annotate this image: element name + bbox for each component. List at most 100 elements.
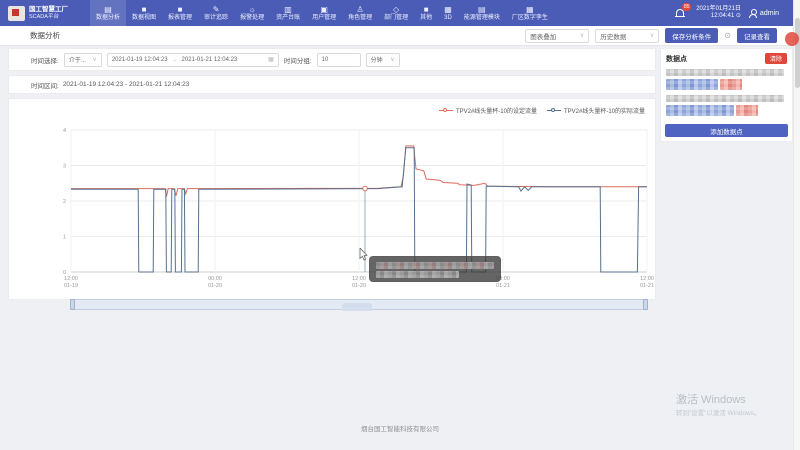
nav-item-data-view[interactable]: ■数据视图 [126, 0, 162, 26]
time-range-summary: 时间区间: 2021-01-19 12:04:23 - 2021-01-21 1… [8, 75, 656, 94]
svg-text:4: 4 [63, 128, 66, 134]
chart-tooltip [369, 256, 501, 282]
line-chart[interactable]: 0123412:0001-1900:0001-2012:0001-2000:00… [9, 113, 657, 299]
datazoom-left-handle[interactable] [70, 299, 75, 310]
svg-text:2: 2 [63, 199, 66, 205]
scrollbar-thumb[interactable] [795, 18, 800, 88]
nav-item-report-management[interactable]: ■报表管理 [162, 0, 198, 26]
date-end-value: 2021-01-21 12:04:23 [182, 57, 238, 63]
svg-text:12:00: 12:00 [64, 276, 78, 282]
tooltip-redacted-line [376, 262, 494, 269]
app-subtitle: SCADA平台 [29, 14, 68, 20]
chevron-down-icon: ∨ [580, 32, 584, 39]
time-range-value: 2021-01-19 12:04:23 - 2021-01-21 12:04:2… [63, 81, 190, 88]
threed-icon: ▦ [444, 5, 452, 14]
datapoint-name-redacted [666, 95, 784, 102]
user-menu[interactable]: admin [749, 9, 779, 18]
report-management-icon: ■ [178, 5, 183, 14]
date-range-input[interactable]: 2021-01-19 12:04:23 → 2021-01-21 12:04:2… [107, 53, 279, 67]
datazoom-shadow [342, 303, 372, 311]
audit-trail-icon: ✎ [213, 5, 220, 14]
chevron-down-icon: ∨ [390, 56, 394, 63]
chart-overlay-select[interactable]: 图表叠加 ∨ [525, 29, 589, 43]
top-navbar: 国工智慧工厂 SCADA平台 ▤数据分析 ■数据视图 ■报表管理 ✎审计追踪 ☼… [0, 0, 793, 26]
svg-text:01-21: 01-21 [496, 283, 510, 289]
nav-item-audit-trail[interactable]: ✎审计追踪 [198, 0, 234, 26]
datazoom-right-handle[interactable] [643, 299, 648, 310]
svg-text:01-21: 01-21 [640, 283, 654, 289]
scrollbar[interactable] [793, 0, 800, 450]
svg-text:00:00: 00:00 [208, 276, 222, 282]
subheader-bar: 数据分析 图表叠加 ∨ 历史数据 ∨ 保存分析条件 ⊙ 记录查看 [0, 26, 793, 46]
svg-text:12:00: 12:00 [640, 276, 654, 282]
svg-text:3: 3 [63, 164, 66, 170]
add-datapoint-button[interactable]: 添加数据点 [665, 124, 788, 137]
alarm-handling-icon: ☼ [248, 5, 255, 14]
data-analysis-icon: ▤ [104, 5, 112, 14]
clock-icon: ⊙ [736, 13, 741, 19]
notifications-button[interactable]: 85 [674, 6, 688, 20]
nav-item-alarm-handling[interactable]: ☼报警处理 [234, 0, 270, 26]
save-analysis-button[interactable]: 保存分析条件 [665, 28, 718, 43]
data-source-select[interactable]: 历史数据 ∨ [595, 29, 659, 43]
datapoint-item[interactable] [666, 69, 787, 90]
interval-value-input[interactable]: 10 [317, 53, 361, 67]
calendar-icon: ▦ [268, 56, 274, 63]
app-logo: 国工智慧工厂 SCADA平台 [0, 6, 78, 21]
svg-text:01-20: 01-20 [352, 283, 366, 289]
tooltip-redacted-line [376, 271, 459, 278]
arrow-right-icon: → [172, 57, 178, 63]
app-title: 国工智慧工厂 [29, 6, 68, 13]
datapoint-name-redacted [666, 69, 784, 76]
chart-panel: TPV2#线头量杯-10的设定流量 TPV2#线头量杯-10的实际流量 0123… [8, 98, 656, 300]
nav-item-digital-twin[interactable]: ▦厂区数字孪生 [506, 0, 554, 26]
datapoint-tag-redacted [736, 105, 758, 116]
nav-item-department-management[interactable]: ◇部门管理 [378, 0, 414, 26]
datapoint-item[interactable] [666, 95, 787, 116]
data-view-icon: ■ [142, 5, 147, 14]
chevron-down-icon: ∨ [650, 32, 654, 39]
datapoints-panel: 数据点 清除 添加数据点 [660, 48, 793, 142]
user-management-icon: ▣ [320, 5, 328, 14]
nav-item-role-management[interactable]: ♙角色管理 [342, 0, 378, 26]
logo-icon [8, 6, 25, 21]
svg-text:01-20: 01-20 [208, 283, 222, 289]
user-icon [749, 9, 757, 18]
footer-company: 烟台国工智能科技有限公司 [0, 423, 800, 433]
help-icon[interactable]: ⊙ [724, 31, 731, 40]
svg-text:12:00: 12:00 [352, 276, 366, 282]
datazoom-slider[interactable] [71, 299, 647, 310]
nav-item-data-analysis[interactable]: ▤数据分析 [90, 0, 126, 26]
nav-item-asset-ledger[interactable]: ▥资产台账 [270, 0, 306, 26]
notification-dot [785, 32, 799, 46]
interval-unit-select[interactable]: 分钟 ∨ [366, 53, 400, 67]
svg-text:01-19: 01-19 [64, 283, 78, 289]
nav-item-energy-management[interactable]: ▤能源管理模块 [458, 0, 506, 26]
nav-item-3d[interactable]: ▦3D [438, 0, 458, 26]
username: admin [760, 10, 779, 17]
record-view-button[interactable]: 记录查看 [737, 28, 777, 43]
main-menu: ▤数据分析 ■数据视图 ■报表管理 ✎审计追踪 ☼报警处理 ▥资产台账 ▣用户管… [90, 0, 674, 26]
time-range-label: 时间区间: [31, 80, 59, 90]
mouse-cursor [359, 248, 368, 261]
datapoint-tag-redacted [666, 79, 718, 90]
other-icon: ■ [424, 5, 429, 14]
digital-twin-icon: ▦ [526, 5, 534, 14]
date-start-value: 2021-01-19 12:04:23 [112, 57, 168, 63]
energy-management-icon: ▤ [478, 5, 486, 14]
asset-ledger-icon: ▥ [284, 5, 292, 14]
page-title: 数据分析 [30, 30, 60, 41]
nav-item-user-management[interactable]: ▣用户管理 [306, 0, 342, 26]
department-management-icon: ◇ [393, 5, 399, 14]
nav-item-other[interactable]: ■其他 [414, 0, 438, 26]
role-management-icon: ♙ [357, 5, 364, 14]
datapoint-tag-redacted [666, 105, 734, 116]
datetime-display: 2021年01月21日 12:04:41 ⊙ [696, 6, 741, 20]
notification-badge: 85 [682, 3, 691, 11]
datapoint-tag-redacted [720, 79, 742, 90]
time-group-label: 时间分组: [284, 55, 312, 65]
time-condition-select[interactable]: 介于... ∨ [64, 53, 102, 67]
filter-bar: 时间选择: 介于... ∨ 2021-01-19 12:04:23 → 2021… [8, 48, 656, 71]
svg-text:1: 1 [63, 235, 66, 241]
clear-button[interactable]: 清除 [765, 53, 787, 64]
